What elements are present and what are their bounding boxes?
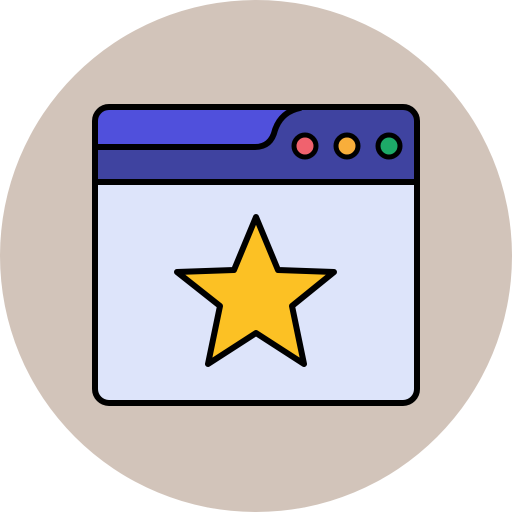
browser-star-illustration	[0, 0, 512, 512]
maximize-dot-icon[interactable]	[375, 132, 403, 160]
close-dot-icon[interactable]	[291, 132, 319, 160]
minimize-dot-icon[interactable]	[333, 132, 361, 160]
